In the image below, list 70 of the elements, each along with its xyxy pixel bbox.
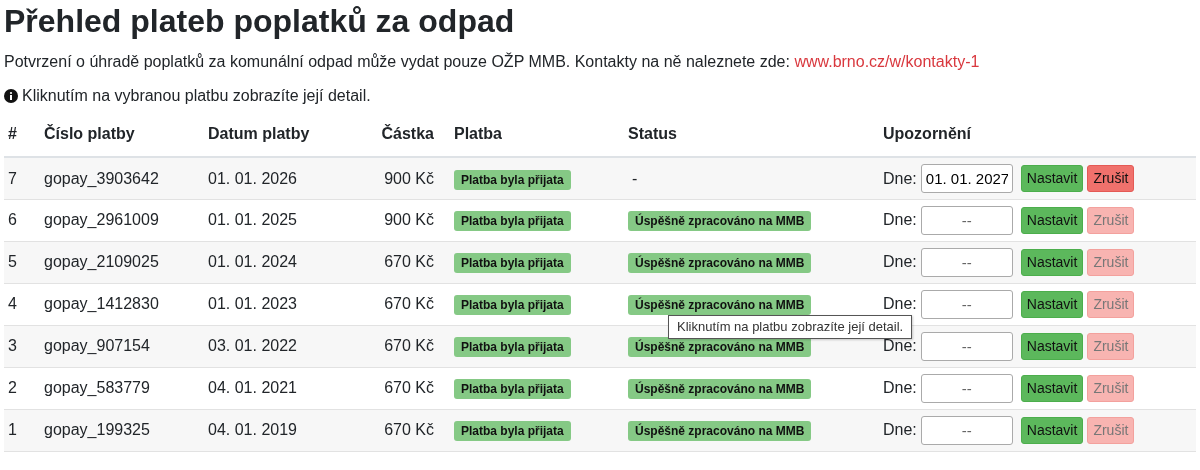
payment-number: gopay_2961009: [44, 211, 159, 229]
date-field[interactable]: --: [920, 373, 1013, 403]
payment-date: 04. 01. 2019: [208, 421, 297, 439]
payment-number: gopay_3903642: [44, 169, 159, 187]
payment-status-tag: Platba byla přijata: [454, 379, 571, 400]
payment-date: 01. 01. 2025: [208, 211, 297, 229]
payment-date: 01. 01. 2026: [208, 169, 297, 187]
hint-text: Kliknutím na vybranou platbu zobrazíte její detail.: [22, 86, 371, 107]
date-field[interactable]: --: [920, 247, 1013, 277]
payment-date: 03. 01. 2022: [208, 337, 297, 355]
processing-status-tag: Úspěšně zpracováno na MMB: [628, 295, 812, 316]
date-label: Dne:: [883, 168, 917, 189]
processing-status: -: [631, 169, 638, 187]
processing-status-tag: Úspěšně zpracováno na MMB: [628, 421, 812, 442]
date-label: Dne:: [883, 294, 917, 315]
page-title: Přehled plateb poplatků za odpad: [4, 2, 516, 41]
payment-amount: 670 Kč: [384, 295, 434, 313]
row-index: 2: [8, 379, 17, 397]
info-icon: [4, 89, 18, 104]
date-label: Dne:: [883, 420, 917, 441]
payment-status-tag: Platba byla přijata: [454, 337, 571, 358]
date-label: Dne:: [883, 336, 917, 357]
payment-number: gopay_2109025: [44, 253, 159, 271]
payment-amount: 670 Kč: [384, 253, 434, 271]
date-label: Dne:: [883, 378, 917, 399]
payment-number: gopay_907154: [44, 337, 150, 355]
payment-amount: 900 Kč: [384, 211, 434, 229]
date-label: Dne:: [883, 252, 917, 273]
cancel-button[interactable]: Zrušit: [1087, 165, 1135, 193]
row-index: 7: [8, 169, 17, 187]
set-button[interactable]: Nastavit: [1020, 374, 1084, 402]
processing-status-tag: Úspěšně zpracováno na MMB: [628, 253, 812, 274]
date-label: Dne:: [883, 210, 917, 231]
payment-status-tag: Platba byla přijata: [454, 295, 571, 316]
row-index: 5: [8, 253, 17, 271]
contacts-link[interactable]: www.brno.cz/w/kontakty-1: [794, 53, 980, 71]
payment-amount: 670 Kč: [384, 379, 434, 397]
date-field[interactable]: --: [920, 331, 1013, 361]
row-index: 4: [8, 295, 17, 313]
payment-status-tag: Platba byla přijata: [454, 211, 571, 232]
set-button[interactable]: Nastavit: [1020, 290, 1084, 318]
intro-paragraph: Potvrzení o úhradě poplatků za komunální odpad může vydat pouze OŽP MMB. Kontakty na ně naleznete zde: www.brno.cz/w/kontakty-1: [4, 51, 981, 73]
set-button[interactable]: Nastavit: [1020, 332, 1084, 360]
processing-status-tag: Úspěšně zpracováno na MMB: [628, 379, 812, 400]
payment-amount: 900 Kč: [384, 169, 434, 187]
payment-amount: 670 Kč: [384, 337, 434, 355]
payment-date: 01. 01. 2024: [208, 253, 297, 271]
payment-date: 04. 01. 2021: [208, 379, 297, 397]
payment-status-tag: Platba byla přijata: [454, 253, 571, 274]
payment-amount: 670 Kč: [384, 421, 434, 439]
set-button[interactable]: Nastavit: [1020, 206, 1084, 234]
payment-status-tag: Platba byla přijata: [454, 421, 571, 442]
date-field[interactable]: --: [920, 205, 1013, 235]
set-button[interactable]: Nastavit: [1020, 416, 1084, 444]
payment-number: gopay_199325: [44, 421, 150, 439]
processing-status-tag: Úspěšně zpracováno na MMB: [628, 337, 812, 358]
row-index: 3: [8, 337, 17, 355]
row-index: 6: [8, 211, 17, 229]
date-field[interactable]: 01. 01. 2027: [920, 164, 1013, 194]
payment-number: gopay_583779: [44, 379, 150, 397]
date-field[interactable]: --: [920, 289, 1013, 319]
payment-number: gopay_1412830: [44, 295, 159, 313]
payment-date: 01. 01. 2023: [208, 295, 297, 313]
payment-status-tag: Platba byla přijata: [454, 169, 571, 190]
processing-status-tag: Úspěšně zpracováno na MMB: [628, 211, 812, 232]
set-button[interactable]: Nastavit: [1020, 165, 1084, 193]
date-field[interactable]: --: [920, 415, 1013, 445]
set-button[interactable]: Nastavit: [1020, 248, 1084, 276]
tooltip: Kliknutím na platbu zobrazíte její detail.: [668, 314, 913, 339]
row-index: 1: [8, 421, 17, 439]
